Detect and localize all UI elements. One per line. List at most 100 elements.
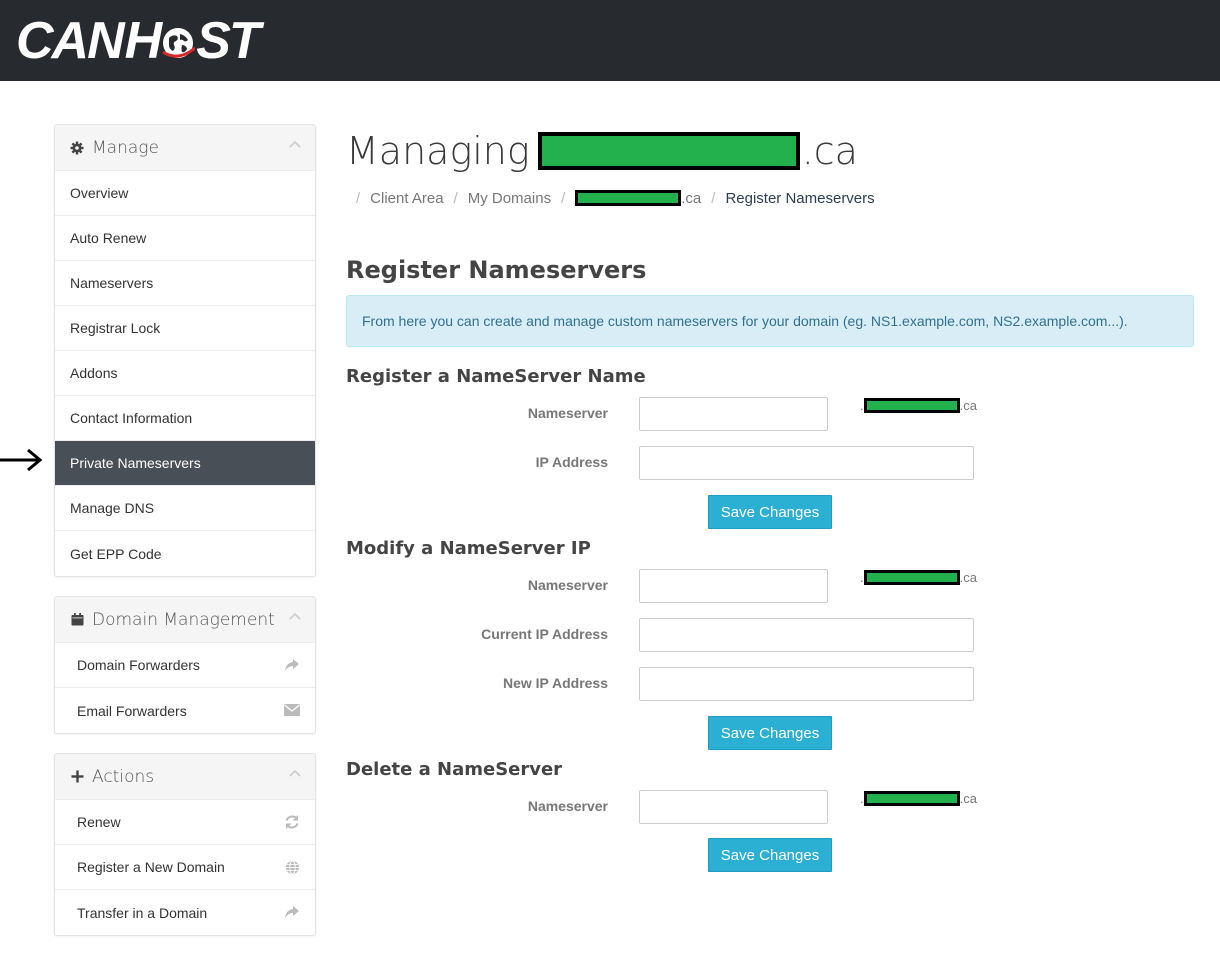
actions-panel: Actions Renew Register a New Domain Tran… xyxy=(54,753,316,936)
register-save-button[interactable]: Save Changes xyxy=(708,495,832,529)
sidebar-item-auto-renew[interactable]: Auto Renew xyxy=(55,216,315,261)
delete-nameserver-label: Nameserver xyxy=(527,798,608,814)
redacted-domain-block xyxy=(863,398,960,413)
modify-save-button[interactable]: Save Changes xyxy=(708,716,832,750)
chevron-up-icon[interactable] xyxy=(289,768,301,780)
chevron-up-icon[interactable] xyxy=(289,611,301,623)
domain-management-panel-header[interactable]: Domain Management xyxy=(55,597,315,643)
logo-text-st: ST xyxy=(196,12,260,70)
sidebar-item-overview[interactable]: Overview xyxy=(55,171,315,216)
share-icon xyxy=(283,657,301,673)
sidebar-item-label: Manage DNS xyxy=(70,500,155,516)
annotation-arrow-icon xyxy=(0,448,43,472)
modify-current-ip-input[interactable] xyxy=(639,618,974,652)
page-title-suffix: .ca xyxy=(801,129,858,173)
register-nameserver-title: Register a NameServer Name xyxy=(346,366,646,387)
sidebar-item-label: Nameservers xyxy=(70,275,154,291)
delete-domain-suffix: . .ca xyxy=(860,791,977,806)
sidebar-item-email-forwarders[interactable]: Email Forwarders xyxy=(55,688,315,733)
logo-text-h: H xyxy=(124,12,163,70)
info-alert-text: From here you can create and manage cust… xyxy=(362,313,1128,329)
sidebar-item-label: Register a New Domain xyxy=(77,859,225,875)
sidebar-item-get-epp-code[interactable]: Get EPP Code xyxy=(55,531,315,576)
breadcrumb-domain-suffix: .ca xyxy=(681,189,702,207)
top-header: CAN H ST xyxy=(0,0,1220,81)
sidebar-item-label: Addons xyxy=(70,365,118,381)
sidebar-item-registrar-lock[interactable]: Registrar Lock xyxy=(55,306,315,351)
sidebar-item-register-new-domain[interactable]: Register a New Domain xyxy=(55,845,315,890)
delete-save-button[interactable]: Save Changes xyxy=(708,838,832,872)
domain-management-panel: Domain Management Domain Forwarders Emai… xyxy=(54,596,316,734)
modify-new-ip-label: New IP Address xyxy=(502,675,608,691)
domain-management-panel-title: Domain Management xyxy=(92,609,275,630)
sidebar-item-domain-forwarders[interactable]: Domain Forwarders xyxy=(55,643,315,688)
modify-nameserver-input[interactable] xyxy=(639,569,828,603)
sidebar-item-label: Domain Forwarders xyxy=(77,657,200,673)
breadcrumb-separator: / xyxy=(453,189,458,207)
modify-nameserver-title: Modify a NameServer IP xyxy=(346,538,591,559)
breadcrumb-separator: / xyxy=(561,189,566,207)
modify-nameserver-label: Nameserver xyxy=(527,577,608,593)
breadcrumb-my-domains[interactable]: My Domains xyxy=(468,190,551,207)
modify-new-ip-input[interactable] xyxy=(639,667,974,701)
redacted-domain-block xyxy=(575,190,682,206)
page-title: Managing .ca xyxy=(346,127,858,175)
sidebar-item-private-nameservers[interactable]: Private Nameservers xyxy=(55,441,315,486)
manage-panel: Manage Overview Auto Renew Nameservers R… xyxy=(54,124,316,577)
sidebar-item-manage-dns[interactable]: Manage DNS xyxy=(55,486,315,531)
sidebar-item-label: Email Forwarders xyxy=(77,702,187,719)
breadcrumb-current: Register Nameservers xyxy=(725,189,875,207)
actions-panel-header[interactable]: Actions xyxy=(55,754,315,800)
suffix-tld: .ca xyxy=(959,791,977,806)
breadcrumb-separator: / xyxy=(711,189,716,207)
breadcrumb-client-area[interactable]: Client Area xyxy=(370,190,443,207)
chevron-up-icon[interactable] xyxy=(289,139,301,151)
envelope-icon xyxy=(283,702,301,718)
register-domain-suffix: . .ca xyxy=(860,398,977,413)
breadcrumb-separator: / xyxy=(356,189,361,207)
refresh-icon xyxy=(283,814,301,830)
redacted-domain-block xyxy=(863,791,960,806)
suffix-tld: .ca xyxy=(959,570,977,585)
sidebar-item-label: Renew xyxy=(77,814,121,830)
sidebar-item-label: Get EPP Code xyxy=(70,545,162,562)
calendar-icon xyxy=(70,613,84,627)
sidebar-item-contact-information[interactable]: Contact Information xyxy=(55,396,315,441)
sidebar-item-renew[interactable]: Renew xyxy=(55,800,315,845)
sidebar-item-label: Transfer in a Domain xyxy=(77,904,208,921)
plus-icon xyxy=(70,770,84,784)
section-title: Register Nameservers xyxy=(346,256,647,284)
delete-nameserver-input[interactable] xyxy=(639,790,828,824)
modify-domain-suffix: . .ca xyxy=(860,570,977,585)
sidebar-item-label: Overview xyxy=(70,185,129,201)
sidebar-item-label: Private Nameservers xyxy=(70,455,201,471)
register-nameserver-label: Nameserver xyxy=(527,405,608,421)
suffix-tld: .ca xyxy=(959,398,977,413)
globe-icon xyxy=(283,859,301,875)
info-alert: From here you can create and manage cust… xyxy=(346,295,1194,347)
sidebar-item-addons[interactable]: Addons xyxy=(55,351,315,396)
redacted-domain-block xyxy=(863,570,960,585)
breadcrumb: / Client Area / My Domains / .ca / Regis… xyxy=(346,186,875,210)
modify-current-ip-label: Current IP Address xyxy=(481,626,608,642)
share-icon xyxy=(283,904,301,920)
globe-logo-icon xyxy=(162,28,196,58)
sidebar-item-label: Registrar Lock xyxy=(70,320,161,336)
delete-nameserver-title: Delete a NameServer xyxy=(346,759,563,780)
breadcrumb-domain[interactable]: .ca xyxy=(575,190,701,207)
sidebar-item-label: Auto Renew xyxy=(70,230,147,246)
gear-icon xyxy=(70,141,84,155)
register-ip-label: IP Address xyxy=(535,454,608,470)
canhost-logo[interactable]: CAN H ST xyxy=(16,12,261,70)
logo-text-can: CAN xyxy=(16,12,125,70)
redacted-domain-block xyxy=(537,132,800,170)
manage-panel-header[interactable]: Manage xyxy=(55,125,315,171)
sidebar-item-label: Contact Information xyxy=(70,410,193,426)
register-nameserver-input[interactable] xyxy=(639,397,828,431)
sidebar-item-transfer-domain[interactable]: Transfer in a Domain xyxy=(55,890,315,935)
register-ip-input[interactable] xyxy=(639,446,974,480)
sidebar-item-nameservers[interactable]: Nameservers xyxy=(55,261,315,306)
manage-panel-title: Manage xyxy=(92,137,159,158)
page-title-prefix: Managing xyxy=(346,129,530,173)
actions-panel-title: Actions xyxy=(92,766,155,787)
